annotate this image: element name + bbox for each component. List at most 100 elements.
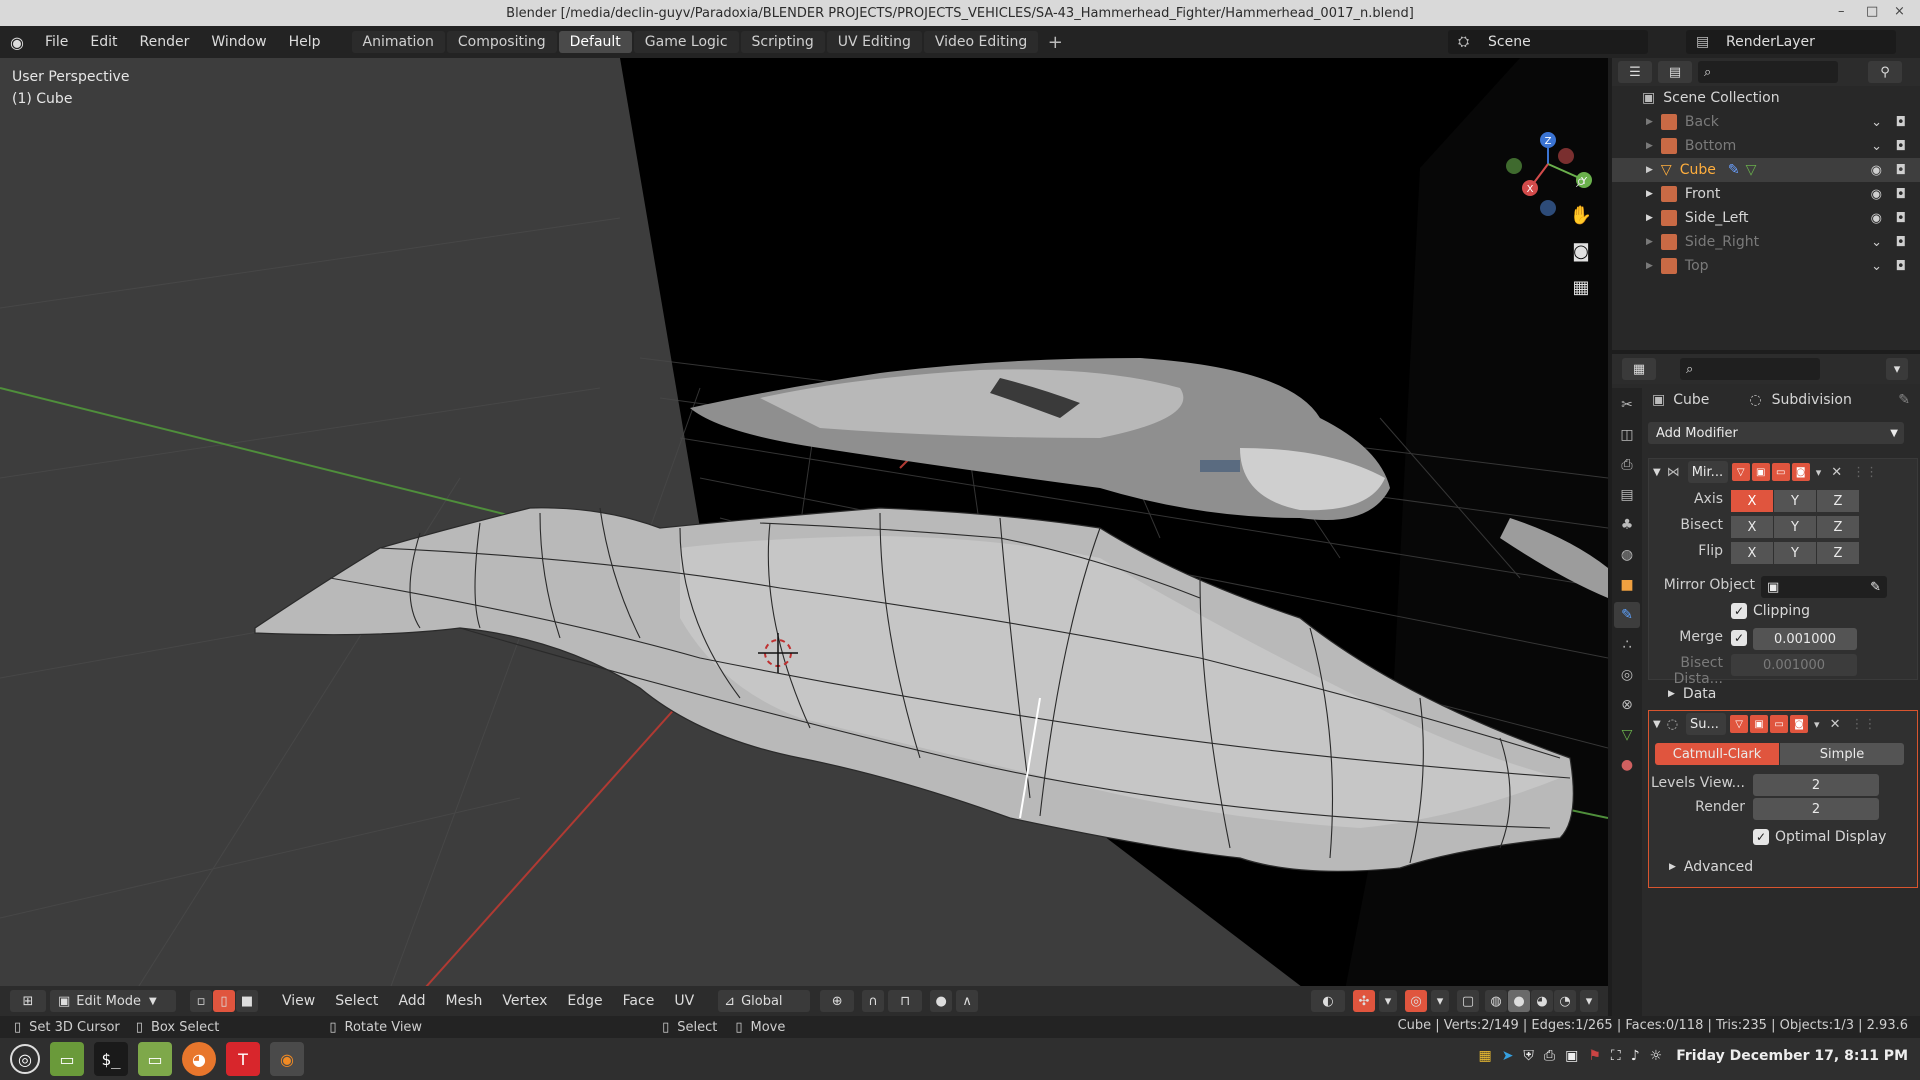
expand-arrow-icon[interactable]: ▶ [1646, 141, 1653, 151]
rendered-shading-icon[interactable]: ◔ [1554, 990, 1576, 1012]
expand-arrow-icon[interactable]: ▶ [1646, 189, 1653, 199]
tab-scripting[interactable]: Scripting [740, 31, 825, 53]
flip-x-toggle[interactable]: X [1731, 542, 1773, 564]
bisect-distance-field[interactable]: 0.001000 [1731, 654, 1857, 676]
data-tab-icon[interactable]: ▽ [1614, 722, 1640, 748]
properties-options-icon[interactable]: ▾ [1886, 358, 1908, 380]
shield-icon[interactable]: ⛨ [1523, 1048, 1534, 1064]
gizmo-chevron-icon[interactable]: ▾ [1379, 990, 1397, 1012]
editor-type-icon[interactable]: ⊞ [10, 990, 46, 1012]
cage-toggle-icon[interactable]: ▣ [1751, 463, 1770, 481]
edit-mode-toggle-icon[interactable]: ▽ [1730, 715, 1749, 733]
simple-option[interactable]: Simple [1780, 743, 1904, 765]
optimal-display-row[interactable]: ✓ Optimal Display [1753, 829, 1886, 845]
remove-modifier-icon[interactable]: ✕ [1831, 465, 1842, 480]
properties-editor-type-icon[interactable]: ▦ [1622, 358, 1656, 380]
edge-select-icon[interactable]: ▯ [213, 990, 235, 1012]
expand-arrow-icon[interactable]: ▶ [1646, 237, 1653, 247]
ortho-grid-icon[interactable]: ▦ [1566, 272, 1596, 302]
snap-target-icon[interactable]: ⊓ [888, 990, 923, 1012]
pin-icon[interactable]: ✎ [1898, 392, 1910, 408]
drag-handle-icon[interactable]: ⋮⋮ [1850, 717, 1876, 732]
menu-help[interactable]: Help [278, 34, 332, 50]
outliner-item-side-left[interactable]: ▶ Side_Left ◉ ◘ [1612, 206, 1920, 230]
modifier-menu-chevron-icon[interactable]: ▾ [1816, 466, 1822, 479]
render-tab-icon[interactable]: ◫ [1614, 422, 1640, 448]
bisect-y-toggle[interactable]: Y [1774, 516, 1816, 538]
add-modifier-button[interactable]: Add Modifier ▼ [1648, 422, 1904, 444]
orientation-selector[interactable]: ⊿ Global [718, 990, 811, 1012]
vertex-select-icon[interactable]: ▫ [190, 990, 212, 1012]
mirror-object-field[interactable]: ▣ ✎ [1761, 576, 1887, 598]
tab-game-logic[interactable]: Game Logic [633, 31, 739, 53]
mode-selector[interactable]: ▣ Edit Mode ▼ [50, 990, 176, 1012]
filter-icon[interactable]: ⚲ [1868, 61, 1902, 83]
tab-default[interactable]: Default [558, 31, 632, 53]
minimize-button[interactable]: – [1838, 4, 1845, 19]
properties-search-input[interactable]: ⌕ [1680, 358, 1820, 380]
camera-render-icon[interactable]: ◘ [1896, 235, 1906, 250]
collapse-arrow-icon[interactable]: ▼ [1653, 719, 1661, 730]
camera-render-icon[interactable]: ◘ [1896, 187, 1906, 202]
flip-y-toggle[interactable]: Y [1774, 542, 1816, 564]
wireframe-shading-icon[interactable]: ◍ [1485, 990, 1507, 1012]
hidden-eye-icon[interactable]: ⌄ [1871, 259, 1882, 274]
menu-vertex[interactable]: Vertex [492, 993, 557, 1009]
volume-icon[interactable]: ♪ [1631, 1048, 1640, 1064]
face-select-icon[interactable]: ■ [236, 990, 258, 1012]
clipping-checkbox[interactable]: ✓ [1731, 603, 1747, 619]
optimal-display-checkbox[interactable]: ✓ [1753, 829, 1769, 845]
levels-viewport-field[interactable]: 2 [1753, 774, 1879, 796]
world-tab-icon[interactable]: ◍ [1614, 542, 1640, 568]
gizmo-toggle-icon[interactable]: ✣ [1353, 990, 1375, 1012]
window-icon[interactable]: ▣ [1565, 1048, 1578, 1064]
bisect-x-toggle[interactable]: X [1731, 516, 1773, 538]
hidden-eye-icon[interactable]: ⌄ [1871, 235, 1882, 250]
viewport-toggle-icon[interactable]: ▭ [1771, 463, 1790, 481]
outliner-item-top[interactable]: ▶ Top ⌄ ◘ [1612, 254, 1920, 278]
outliner-editor-type-icon[interactable]: ☰ [1618, 61, 1652, 83]
proportional-edit-icon[interactable]: ● [930, 990, 953, 1012]
outliner-item-bottom[interactable]: ▶ Bottom ⌄ ◘ [1612, 134, 1920, 158]
apps-tray-icon[interactable]: ▦ [1478, 1048, 1491, 1064]
bisect-z-toggle[interactable]: Z [1817, 516, 1859, 538]
tab-compositing[interactable]: Compositing [446, 31, 557, 53]
overlay-chevron-icon[interactable]: ▾ [1431, 990, 1449, 1012]
menu-window[interactable]: Window [200, 34, 277, 50]
menu-mesh[interactable]: Mesh [436, 993, 493, 1009]
render-toggle-icon[interactable]: ◙ [1790, 715, 1809, 733]
overlay-toggle-icon[interactable]: ◎ [1405, 990, 1427, 1012]
outliner-item-front[interactable]: ▶ Front ◉ ◘ [1612, 182, 1920, 206]
scene-selector[interactable]: ⛭ Scene [1448, 30, 1648, 54]
render-toggle-icon[interactable]: ◙ [1791, 463, 1810, 481]
tab-animation[interactable]: Animation [351, 31, 445, 53]
menu-face[interactable]: Face [613, 993, 665, 1009]
file-manager-icon[interactable]: ▭ [50, 1042, 84, 1076]
material-shading-icon[interactable]: ◕ [1531, 990, 1553, 1012]
menu-edit[interactable]: Edit [79, 34, 128, 50]
display-mode-icon[interactable]: ▤ [1658, 61, 1692, 83]
printer-icon[interactable]: ⎙ [1544, 1048, 1555, 1064]
menu-file[interactable]: File [34, 34, 79, 50]
render-layer-selector[interactable]: ▤ RenderLayer [1686, 30, 1896, 54]
camera-render-icon[interactable]: ◘ [1896, 115, 1906, 130]
camera-render-icon[interactable]: ◘ [1896, 211, 1906, 226]
zoom-icon[interactable]: ⌕ [1566, 166, 1596, 196]
menu-add[interactable]: Add [388, 993, 435, 1009]
menu-uv[interactable]: UV [664, 993, 704, 1009]
merge-distance-field[interactable]: 0.001000 [1753, 628, 1857, 650]
hidden-eye-icon[interactable]: ⌄ [1871, 115, 1882, 130]
outliner-item-cube[interactable]: ▶ ▽ Cube ✎ ▽ ◉ ◘ [1612, 158, 1920, 182]
merge-checkbox[interactable]: ✓ [1731, 630, 1747, 646]
close-button[interactable]: × [1894, 4, 1905, 19]
camera-render-icon[interactable]: ◘ [1896, 163, 1906, 178]
shading-chevron-icon[interactable]: ▾ [1580, 990, 1598, 1012]
output-tab-icon[interactable]: ⎙ [1614, 452, 1640, 478]
material-tab-icon[interactable]: ● [1614, 752, 1640, 778]
expand-arrow-icon[interactable]: ▶ [1646, 261, 1653, 271]
brightness-icon[interactable]: ☼ [1650, 1048, 1663, 1064]
axis-z-toggle[interactable]: Z [1817, 490, 1859, 512]
maximize-button[interactable]: □ [1866, 4, 1878, 19]
menu-render[interactable]: Render [129, 34, 201, 50]
terminal-icon[interactable]: $_ [94, 1042, 128, 1076]
